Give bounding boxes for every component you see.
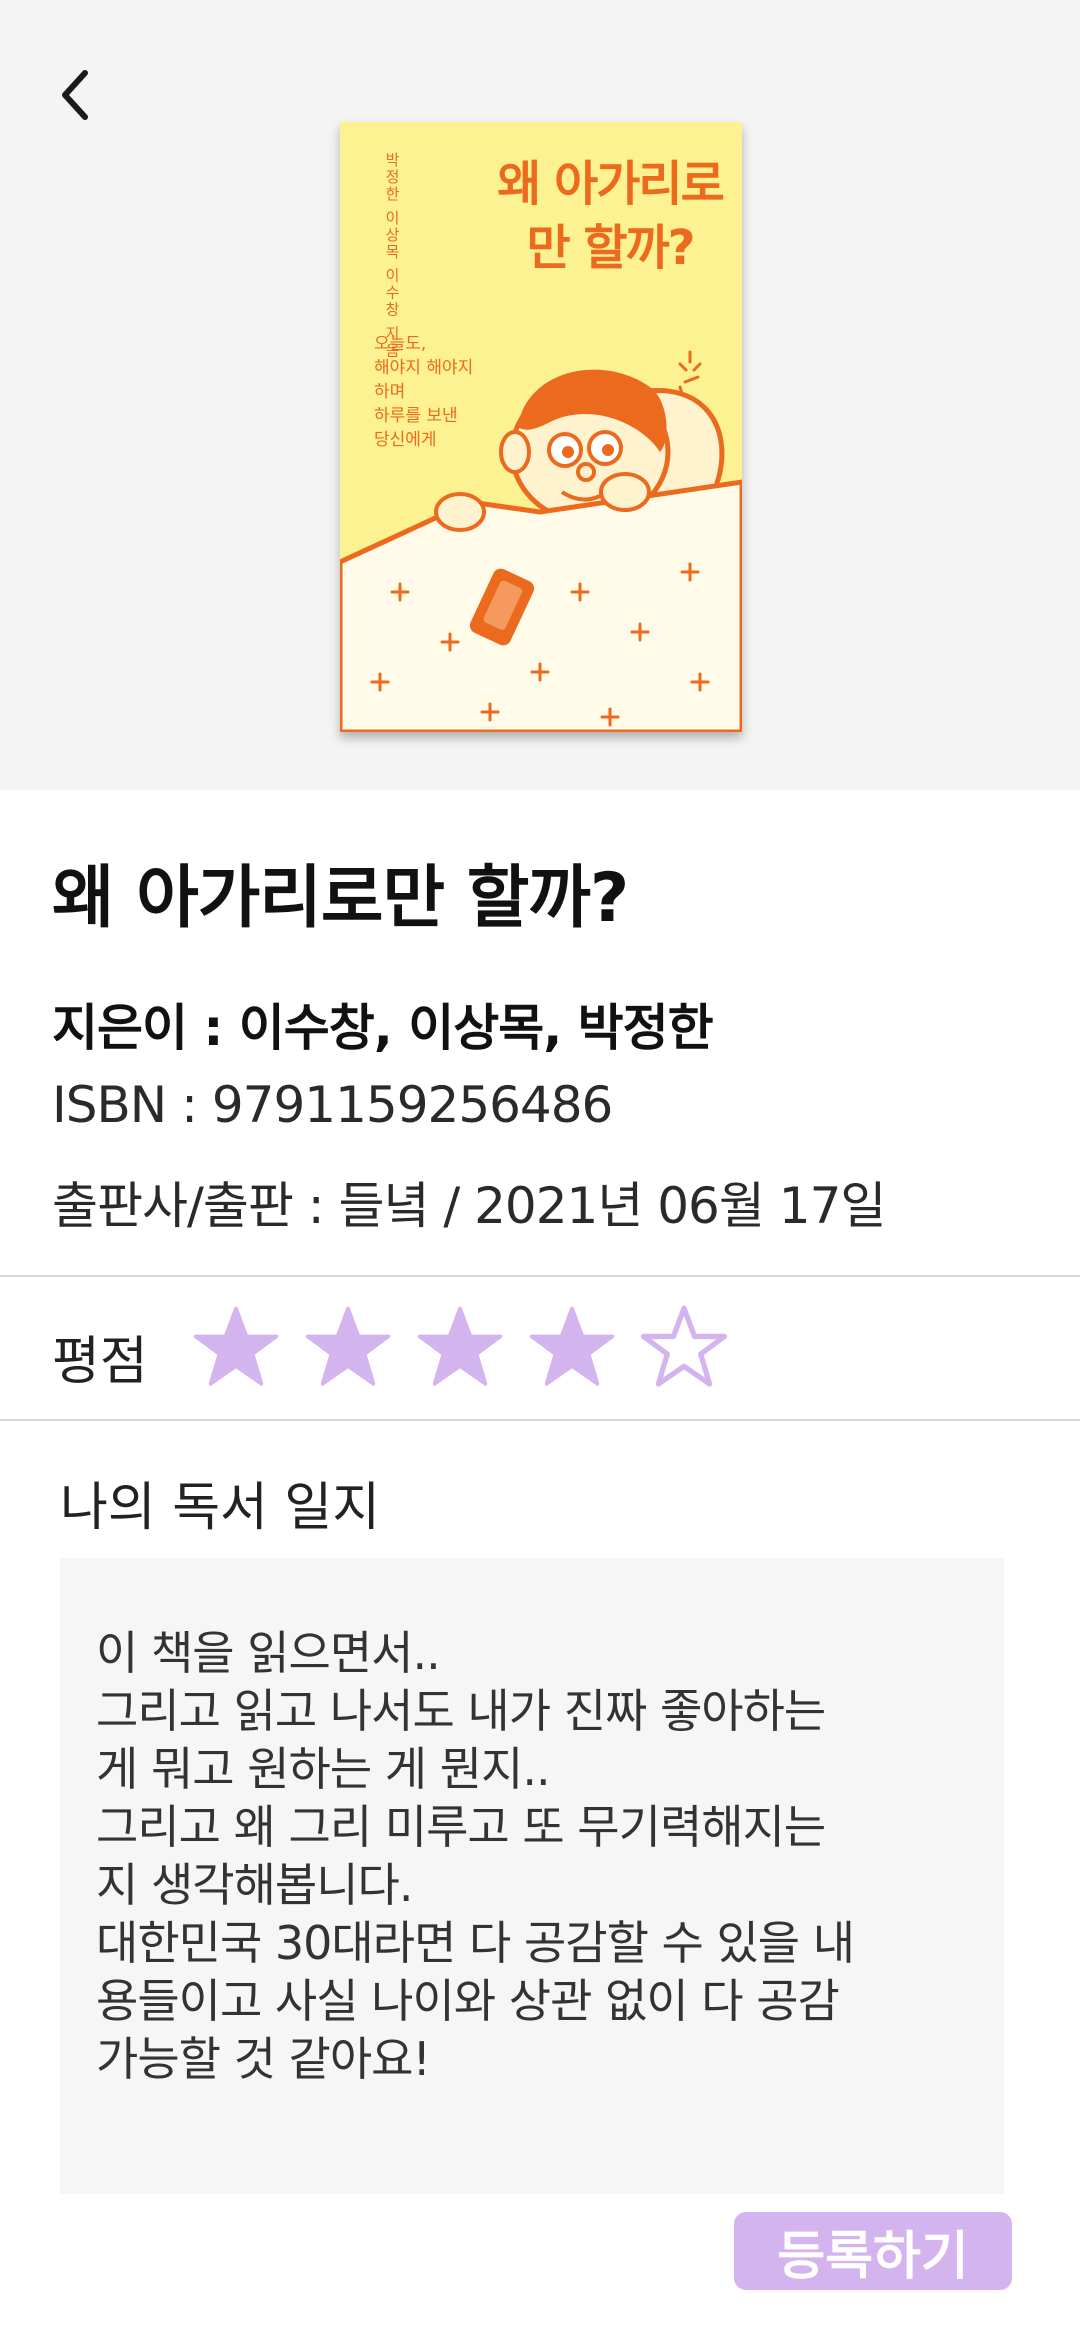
divider [0, 1419, 1080, 1421]
star-filled-icon[interactable] [304, 1303, 392, 1391]
star-filled-icon[interactable] [528, 1303, 616, 1391]
back-button[interactable] [40, 55, 110, 135]
star-empty-icon[interactable] [640, 1303, 728, 1391]
book-isbn: ISBN : 9791159256486 [52, 1076, 613, 1134]
chevron-left-icon [62, 70, 88, 120]
journal-textarea[interactable]: 이 책을 읽으면서.. 그리고 읽고 나서도 내가 진짜 좋아하는 게 뭐고 원… [60, 1558, 1004, 2194]
journal-text: 이 책을 읽으면서.. 그리고 읽고 나서도 내가 진짜 좋아하는 게 뭐고 원… [96, 1626, 855, 2086]
star-filled-icon[interactable] [192, 1303, 280, 1391]
book-title: 왜 아가리로만 할까? [52, 859, 629, 938]
rating-label: 평점 [52, 1332, 148, 1392]
book-authors: 지은이 : 이수창, 이상목, 박정한 [52, 999, 714, 1057]
journal-label: 나의 독서 일지 [60, 1478, 381, 1538]
rating-stars[interactable] [192, 1303, 728, 1391]
book-cover-image: 박정한 이상목 이수창 지음 왜 아가리로만 할까? 오늘도, 해야지 해야지 … [340, 122, 742, 732]
book-cover-section: 박정한 이상목 이수창 지음 왜 아가리로만 할까? 오늘도, 해야지 해야지 … [0, 0, 1080, 790]
rating-row: 평점 [0, 1277, 1080, 1419]
book-publisher: 출판사/출판 : 들녘 / 2021년 06월 17일 [52, 1177, 886, 1235]
cover-authors: 박정한 이상목 이수창 지음 [383, 152, 401, 360]
star-filled-icon[interactable] [416, 1303, 504, 1391]
cover-illustration [340, 350, 742, 732]
submit-button[interactable]: 등록하기 [734, 2212, 1012, 2290]
cover-title: 왜 아가리로만 할까? [497, 156, 725, 276]
